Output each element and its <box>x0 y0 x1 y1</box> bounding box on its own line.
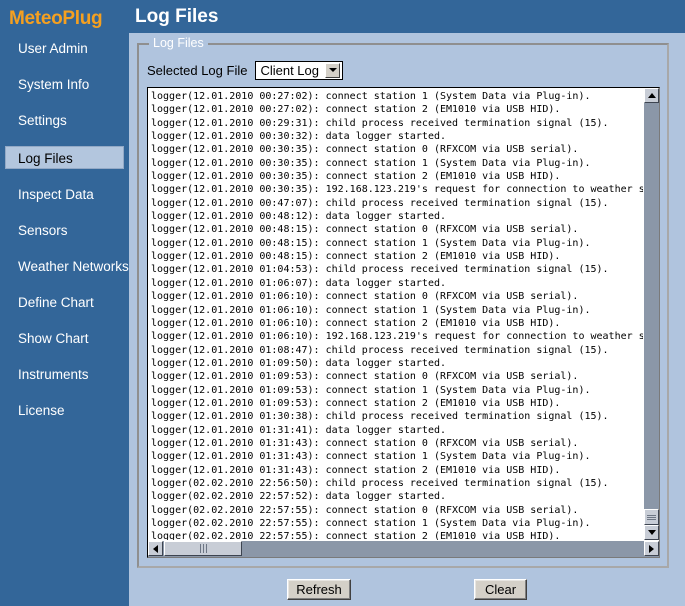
log-line: logger(12.01.2010 00:30:35): connect sta… <box>151 157 591 169</box>
scroll-left-icon[interactable] <box>148 541 163 556</box>
log-line: logger(12.01.2010 00:30:32): data logger… <box>151 131 447 143</box>
log-line: logger(12.01.2010 00:29:31): child proce… <box>151 117 609 129</box>
grip-icon <box>199 544 208 553</box>
chevron-down-icon[interactable] <box>325 62 340 78</box>
sidebar-item-system-info[interactable]: System Info <box>6 74 123 95</box>
brand-logo: MeteoPlug <box>9 8 103 29</box>
log-line: logger(12.01.2010 00:30:35): connect sta… <box>151 144 579 156</box>
log-line: logger(12.01.2010 00:30:35): 192.168.123… <box>151 184 643 196</box>
log-line: logger(12.01.2010 01:06:07): data logger… <box>151 277 447 289</box>
sidebar-item-settings[interactable]: Settings <box>6 110 123 131</box>
log-line: logger(12.01.2010 01:09:50): data logger… <box>151 357 447 369</box>
log-line: logger(12.01.2010 01:30:38): child proce… <box>151 411 609 423</box>
sidebar: MeteoPlug User Admin System Info Settings L… <box>0 0 129 606</box>
sidebar-item-weather-networks[interactable]: Weather Networks <box>6 256 129 277</box>
log-line: logger(12.01.2010 01:09:53): connect sta… <box>151 397 561 409</box>
log-line: logger(12.01.2010 00:48:15): connect sta… <box>151 237 591 249</box>
sidebar-item-show-chart[interactable]: Show Chart <box>6 328 123 349</box>
log-text-viewport: logger(12.01.2010 00:27:02): connect sta… <box>148 88 643 540</box>
log-line: logger(12.01.2010 01:06:10): 192.168.123… <box>151 331 643 343</box>
sidebar-item-instruments[interactable]: Instruments <box>6 364 123 385</box>
sidebar-item-log-files[interactable]: Log Files <box>5 146 124 169</box>
log-file-selector-label: Selected Log File <box>147 62 248 78</box>
log-line: logger(12.01.2010 01:09:53): connect sta… <box>151 384 591 396</box>
grip-icon <box>647 514 656 521</box>
log-line: logger(12.01.2010 01:31:41): data logger… <box>151 424 447 436</box>
log-line: logger(02.02.2010 22:57:55): connect sta… <box>151 504 579 516</box>
log-line: logger(12.01.2010 01:04:53): child proce… <box>151 264 609 276</box>
scroll-right-icon[interactable] <box>644 541 659 556</box>
group-legend: Log Files <box>149 36 208 50</box>
scroll-down-icon[interactable] <box>644 525 659 540</box>
log-line: logger(12.01.2010 00:48:15): connect sta… <box>151 251 561 263</box>
log-line: logger(02.02.2010 22:57:55): connect sta… <box>151 531 561 540</box>
clear-button[interactable]: Clear <box>474 579 527 600</box>
sidebar-nav: User Admin System Info Settings Log Files In… <box>0 38 129 421</box>
log-file-selector-row: Selected Log File Client Log <box>147 59 343 81</box>
sidebar-item-user-admin[interactable]: User Admin <box>6 38 123 59</box>
vertical-scroll-thumb[interactable] <box>644 509 659 525</box>
log-line: logger(12.01.2010 00:27:02): connect sta… <box>151 104 561 116</box>
app-window: MeteoPlug User Admin System Info Settings L… <box>0 0 685 606</box>
content-area: Log Files Selected Log File Client Log l… <box>129 33 685 606</box>
refresh-button[interactable]: Refresh <box>287 579 351 600</box>
log-line: logger(12.01.2010 01:09:53): connect sta… <box>151 371 579 383</box>
sidebar-item-inspect-data[interactable]: Inspect Data <box>6 184 123 205</box>
log-horizontal-scrollbar[interactable] <box>148 540 659 557</box>
log-line: logger(12.01.2010 01:31:43): connect sta… <box>151 437 579 449</box>
action-button-row: Refresh Clear <box>137 579 669 601</box>
log-line: logger(12.01.2010 00:48:12): data logger… <box>151 211 447 223</box>
log-line: logger(12.01.2010 01:06:10): connect sta… <box>151 317 561 329</box>
log-output-box[interactable]: logger(12.01.2010 00:27:02): connect sta… <box>147 87 660 558</box>
log-line: logger(02.02.2010 22:57:55): connect sta… <box>151 518 591 529</box>
header-bar: Log Files <box>129 0 685 33</box>
log-file-select-value: Client Log <box>260 62 319 78</box>
log-files-group: Log Files Selected Log File Client Log l… <box>137 36 669 568</box>
log-line: logger(12.01.2010 00:30:35): connect sta… <box>151 171 561 183</box>
log-line: logger(12.01.2010 00:27:02): connect sta… <box>151 91 591 102</box>
sidebar-item-sensors[interactable]: Sensors <box>6 220 123 241</box>
log-vertical-scrollbar[interactable] <box>643 88 659 540</box>
log-file-select[interactable]: Client Log <box>255 60 343 80</box>
log-line: logger(12.01.2010 00:47:07): child proce… <box>151 197 609 209</box>
log-line: logger(12.01.2010 01:06:10): connect sta… <box>151 291 579 303</box>
log-line: logger(02.02.2010 22:57:52): data logger… <box>151 491 447 503</box>
log-line: logger(12.01.2010 01:31:43): connect sta… <box>151 451 591 463</box>
log-line: logger(12.01.2010 00:48:15): connect sta… <box>151 224 579 236</box>
log-lines: logger(12.01.2010 00:27:02): connect sta… <box>148 88 643 540</box>
sidebar-item-define-chart[interactable]: Define Chart <box>6 292 123 313</box>
scroll-up-icon[interactable] <box>644 88 659 103</box>
log-line: logger(12.01.2010 01:08:47): child proce… <box>151 344 609 356</box>
log-line: logger(02.02.2010 22:56:50): child proce… <box>151 477 609 489</box>
page-title: Log Files <box>135 6 219 27</box>
sidebar-item-license[interactable]: License <box>6 400 123 421</box>
horizontal-scroll-thumb[interactable] <box>164 541 242 556</box>
log-line: logger(12.01.2010 01:06:10): connect sta… <box>151 304 591 316</box>
log-line: logger(12.01.2010 01:31:43): connect sta… <box>151 464 561 476</box>
